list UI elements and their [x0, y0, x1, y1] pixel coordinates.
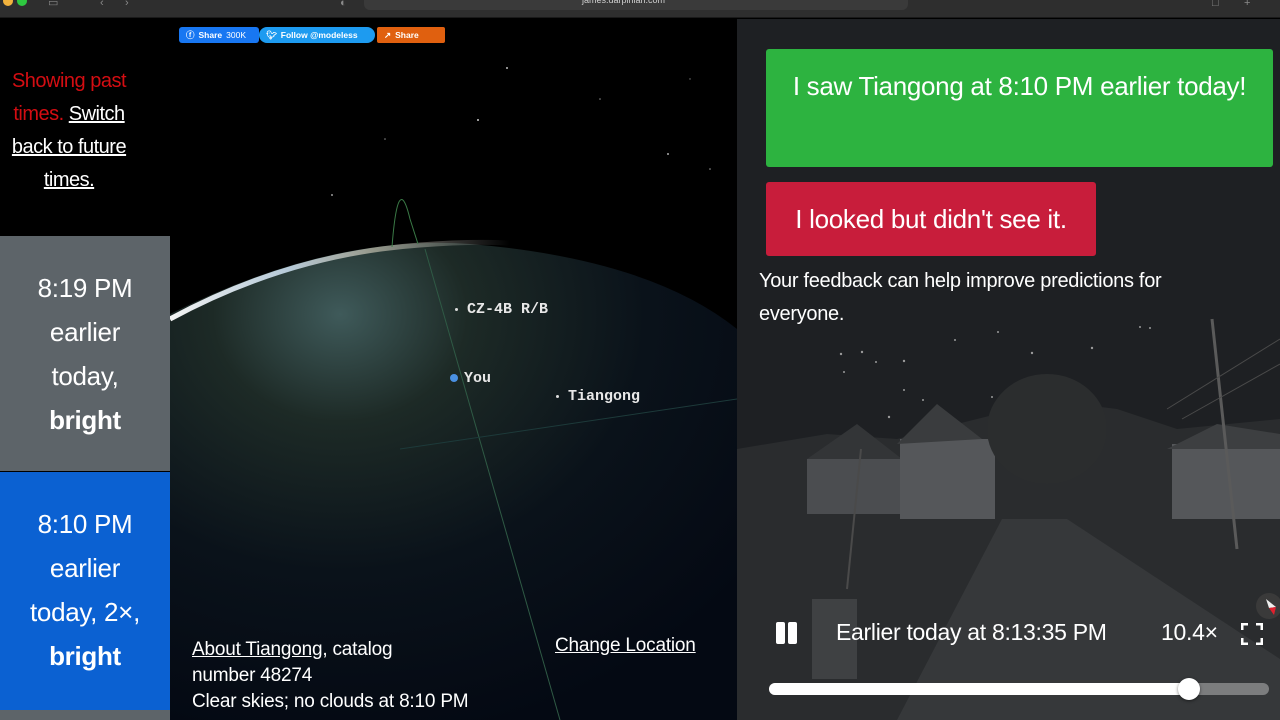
- share-page-icon[interactable]: □: [1212, 0, 1219, 9]
- shield-icon[interactable]: ◐: [340, 0, 347, 9]
- pass-item[interactable]: 8:19 PM earlier today, bright: [0, 236, 170, 471]
- saw-it-button[interactable]: I saw Tiangong at 8:10 PM earlier today!: [766, 49, 1273, 167]
- pass-list-sidebar: Showing past times. Switch back to futur…: [0, 19, 170, 720]
- rocket-body-marker[interactable]: CZ-4B R/B: [455, 301, 548, 318]
- weather-status: Clear skies; no clouds at 8:10 PM: [192, 691, 469, 712]
- pass-item-selected[interactable]: 8:10 PM earlier today, 2×, bright: [0, 472, 170, 710]
- back-icon[interactable]: ‹: [100, 0, 104, 9]
- user-location-marker[interactable]: You: [450, 370, 491, 387]
- past-times-notice: Showing past times. Switch back to futur…: [0, 65, 138, 197]
- share-count: 300K: [226, 30, 246, 40]
- new-tab-icon[interactable]: +: [1244, 0, 1250, 9]
- pass-item[interactable]: [0, 710, 170, 720]
- facebook-share-button[interactable]: ⓕ Share 300K: [179, 27, 259, 43]
- globe-view[interactable]: ⓕ Share 300K 🐦︎ Follow @modeless ↗ Share…: [170, 19, 737, 720]
- pass-day: earlier: [49, 317, 121, 347]
- time-slider[interactable]: [769, 678, 1269, 700]
- share-button[interactable]: ↗ Share: [377, 27, 445, 43]
- pass-day: earlier: [49, 553, 121, 583]
- pause-button[interactable]: [775, 622, 799, 644]
- slider-thumb[interactable]: [1178, 678, 1200, 700]
- twitter-follow-button[interactable]: 🐦︎ Follow @modeless: [259, 27, 375, 43]
- pass-brightness: bright: [49, 641, 121, 671]
- browser-toolbar: ▭ ‹ › ◐ james.darpinian.com □ +: [0, 0, 1280, 18]
- tiangong-marker[interactable]: Tiangong: [556, 388, 640, 405]
- change-location-link[interactable]: Change Location: [555, 635, 696, 657]
- did-not-see-button[interactable]: I looked but didn't see it.: [766, 182, 1096, 256]
- facebook-icon: ⓕ: [186, 30, 195, 40]
- feedback-note: Your feedback can help improve predictio…: [759, 270, 1162, 325]
- sidebar-toggle-icon[interactable]: ▭: [48, 0, 58, 9]
- marker-dot: [455, 307, 458, 311]
- pause-icon: [776, 622, 785, 644]
- address-bar[interactable]: james.darpinian.com: [364, 0, 908, 10]
- marker-dot: [556, 394, 559, 398]
- forward-icon[interactable]: ›: [125, 0, 129, 9]
- playback-speed[interactable]: 10.4×: [1161, 619, 1218, 646]
- twitter-icon: 🐦︎: [266, 30, 277, 40]
- maximize-window-button[interactable]: [17, 0, 27, 6]
- pass-brightness: bright: [49, 405, 121, 435]
- sky-view[interactable]: I saw Tiangong at 8:10 PM earlier today!…: [737, 19, 1280, 720]
- url-text: james.darpinian.com: [582, 0, 666, 5]
- pass-time: 8:19 PM: [37, 273, 133, 303]
- minimize-window-button[interactable]: [3, 0, 13, 6]
- orbit-path: [391, 198, 419, 248]
- fullscreen-button[interactable]: [1240, 622, 1264, 646]
- stars: [331, 67, 711, 196]
- simulation-time: Earlier today at 8:13:35 PM: [836, 619, 1107, 645]
- share-icon: ↗: [384, 30, 392, 40]
- playback-controls: Earlier today at 8:13:35 PM 10.4×: [737, 615, 1280, 655]
- pass-detail: today, 2×,: [30, 597, 140, 627]
- satellite-info: About Tiangong, catalog number 48274 Cle…: [192, 637, 469, 715]
- pass-time: 8:10 PM: [37, 509, 133, 539]
- pass-detail: today,: [51, 361, 119, 391]
- slider-fill: [769, 683, 1189, 695]
- location-dot: [450, 374, 458, 383]
- share-buttons: ⓕ Share 300K 🐦︎ Follow @modeless ↗ Share: [179, 27, 445, 43]
- about-tiangong-link[interactable]: About Tiangong: [192, 639, 323, 660]
- fullscreen-icon: [1240, 622, 1264, 646]
